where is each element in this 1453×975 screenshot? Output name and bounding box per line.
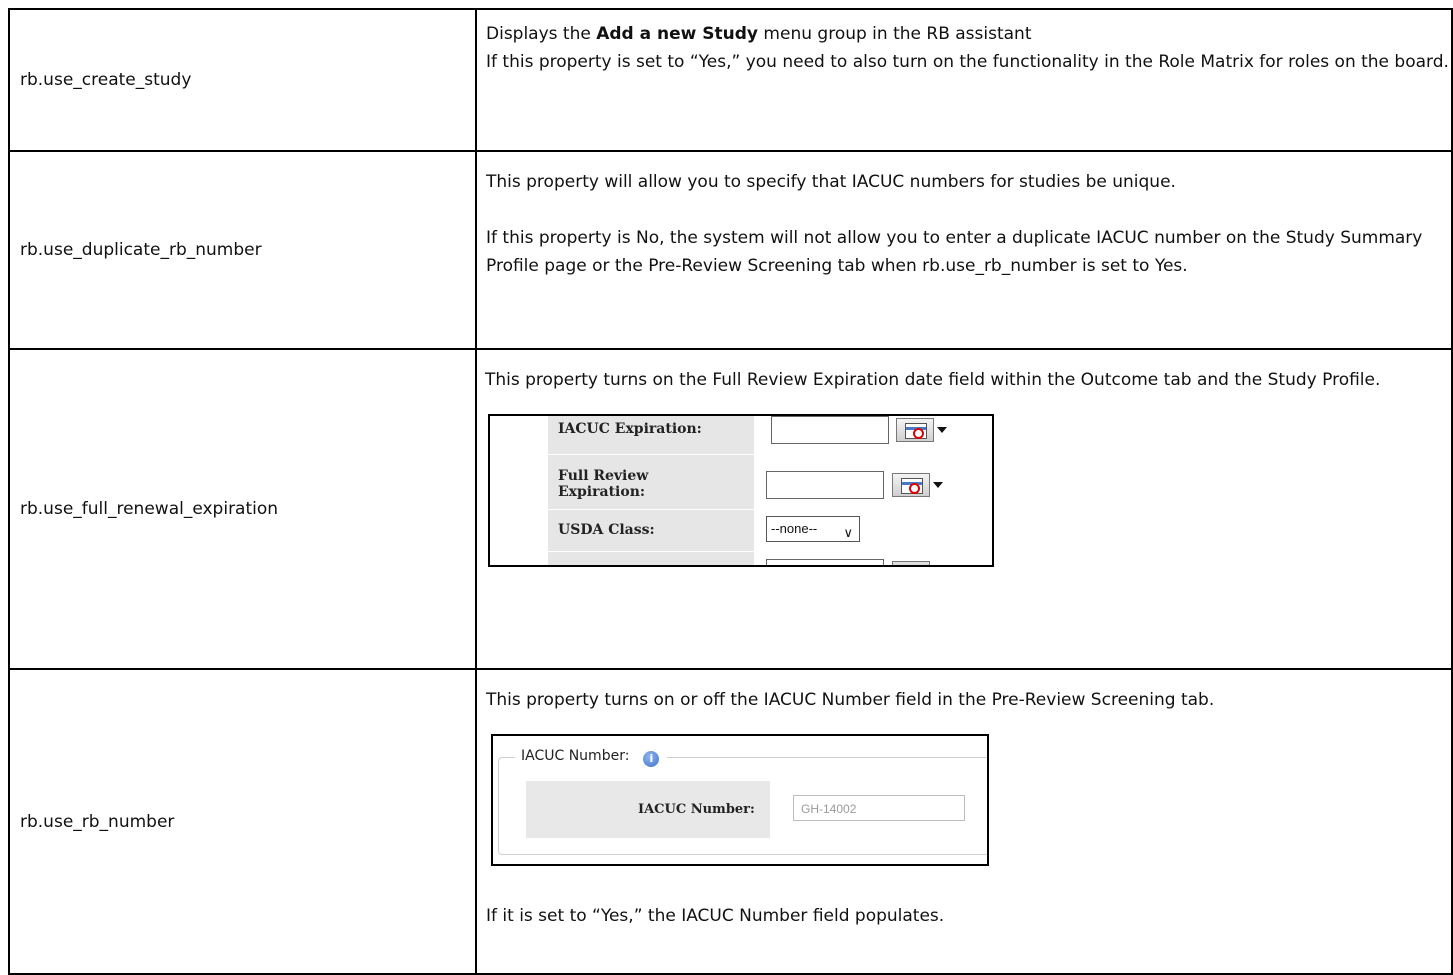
description-line: If this property is No, the system will …	[486, 228, 1423, 276]
property-description: This property turns on or off the IACUC …	[475, 668, 1453, 975]
calendar-icon[interactable]	[896, 418, 952, 442]
table-row: rb.use_full_renewal_expiration This prop…	[8, 348, 1453, 670]
usda-class-select[interactable]: --none-- ∨	[766, 516, 860, 542]
description-line: Displays the Add a new Study menu group …	[486, 24, 1032, 44]
properties-table: rb.use_create_study Displays the Add a n…	[8, 8, 1453, 975]
iacuc-number-screenshot: IACUC Number: i IACUC Number: GH-14002	[491, 734, 989, 866]
fieldset-legend: IACUC Number: i	[515, 745, 668, 767]
info-icon[interactable]: i	[643, 751, 660, 767]
table-row: rb.use_rb_number This property turns on …	[8, 668, 1453, 975]
iacuc-expiration-label: IACUC Expiration:	[558, 421, 702, 437]
iacuc-expiration-input[interactable]	[771, 416, 889, 444]
property-name: rb.use_create_study	[8, 8, 477, 152]
menu-group-name: Add a new Study	[596, 24, 759, 44]
chevron-down-icon: ∨	[843, 525, 853, 540]
date-fields-screenshot: IACUC Expiration: Full Review Expiration…	[488, 414, 994, 567]
property-description: This property turns on the Full Review E…	[475, 348, 1453, 670]
table-row: rb.use_duplicate_rb_number This property…	[8, 150, 1453, 350]
full-review-label: Expiration:	[558, 484, 646, 500]
description-line: If it is set to “Yes,” the IACUC Number …	[486, 906, 945, 926]
table-row: rb.use_create_study Displays the Add a n…	[8, 8, 1453, 152]
usda-class-label: USDA Class:	[558, 522, 655, 538]
full-review-expiration-input[interactable]	[766, 471, 884, 499]
full-review-label: Full Review	[558, 468, 649, 484]
property-name: rb.use_rb_number	[8, 668, 477, 975]
iacuc-number-label: IACUC Number:	[638, 802, 755, 817]
description-line: This property turns on or off the IACUC …	[486, 690, 1215, 710]
property-name: rb.use_duplicate_rb_number	[8, 150, 477, 350]
description-line: This property turns on the Full Review E…	[485, 370, 1381, 390]
iacuc-number-input[interactable]: GH-14002	[793, 795, 965, 821]
description-line: If this property is set to “Yes,” you ne…	[486, 52, 1449, 72]
description-line: This property will allow you to specify …	[486, 172, 1176, 192]
property-description: Displays the Add a new Study menu group …	[475, 8, 1453, 152]
calendar-icon[interactable]	[892, 473, 948, 497]
property-name: rb.use_full_renewal_expiration	[8, 348, 477, 670]
property-description: This property will allow you to specify …	[475, 150, 1453, 350]
